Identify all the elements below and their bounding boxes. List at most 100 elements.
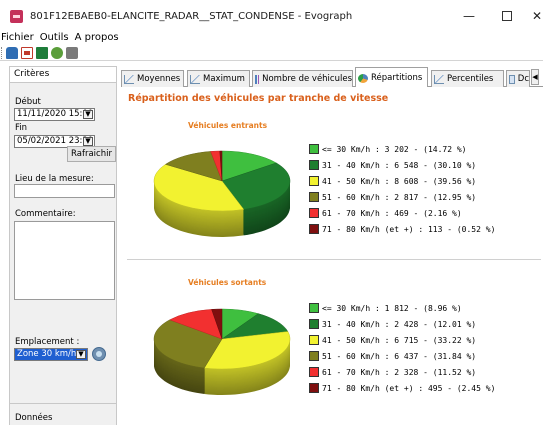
pie-chart-entrants — [153, 150, 291, 237]
legend-swatch — [309, 351, 319, 361]
tab-nombre-de-vehicules[interactable]: Nombre de véhicules — [252, 70, 353, 87]
tab-label: Nombre de véhicules — [262, 73, 352, 84]
emplacement-value: Zone 30 km/h — [17, 349, 77, 359]
refresh-button[interactable]: Rafraichir — [67, 146, 116, 162]
emplacement-label: Emplacement : — [15, 337, 80, 347]
legend-item: 71 - 80 Km/h (et +) : 113 - (0.52 %) — [309, 223, 495, 235]
title-bar: 801F12EBAEB0-ELANCITE_RADAR__STAT_CONDEN… — [0, 0, 543, 32]
legend-text: <= 30 Km/h : 3 202 - (14.72 %) — [322, 144, 467, 154]
criteria-header: Critères — [10, 67, 116, 83]
tab-label: Percentiles — [447, 73, 494, 84]
line-chart-icon — [190, 74, 200, 84]
tab-label: Dc — [517, 73, 529, 84]
legend-text: 41 - 50 Km/h : 8 608 - (39.56 %) — [322, 176, 477, 186]
legend-item: 31 - 40 Km/h : 6 548 - (30.10 %) — [309, 159, 476, 171]
tab-scroll-left-icon[interactable]: ◀ — [531, 69, 539, 85]
legend-swatch — [309, 144, 319, 154]
legend-swatch — [309, 224, 319, 234]
legend-item: 41 - 50 Km/h : 6 715 - (33.22 %) — [309, 334, 476, 346]
line-chart-icon — [434, 74, 444, 84]
legend-swatch — [309, 367, 319, 377]
pdf-icon[interactable] — [21, 46, 33, 59]
chevron-down-icon[interactable]: ▼ — [83, 137, 93, 146]
chevron-down-icon[interactable]: ▼ — [83, 110, 93, 119]
bar-chart-icon — [255, 74, 260, 84]
legend-text: 51 - 60 Km/h : 2 817 - (12.95 %) — [322, 192, 477, 202]
legend-swatch — [309, 160, 319, 170]
location-icon[interactable] — [92, 347, 106, 361]
toolbar — [0, 45, 543, 61]
legend-text: 71 - 80 Km/h (et +) : 495 - (2.45 %) — [322, 383, 496, 393]
legend-entrants: <= 30 Km/h : 3 202 - (14.72 %) 31 - 40 K… — [309, 143, 539, 239]
criteria-panel: Critères Début 11/11/2020 15:00 ▼ Fin 05… — [9, 66, 117, 425]
settings-icon[interactable] — [51, 46, 63, 59]
line-chart-icon — [124, 74, 134, 84]
legend-item: 51 - 60 Km/h : 2 817 - (12.95 %) — [309, 191, 476, 203]
commentaire-textarea[interactable] — [14, 221, 115, 300]
window-title: 801F12EBAEB0-ELANCITE_RADAR__STAT_CONDEN… — [30, 10, 353, 22]
emplacement-combo[interactable]: Zone 30 km/h ▼ — [14, 348, 88, 361]
legend-item: 61 - 70 Km/h : 469 - (2.16 %) — [309, 207, 462, 219]
tab-bar: Moyennes Maximum Nombre de véhicules Rép… — [121, 67, 543, 88]
lieu-input[interactable] — [14, 184, 115, 198]
legend-item: 61 - 70 Km/h : 2 328 - (11.52 %) — [309, 366, 476, 378]
legend-text: 51 - 60 Km/h : 6 437 - (31.84 %) — [322, 351, 477, 361]
tab-moyennes[interactable]: Moyennes — [121, 70, 184, 87]
legend-text: 31 - 40 Km/h : 2 428 - (12.01 %) — [322, 319, 477, 329]
debut-combo[interactable]: 11/11/2020 15:00 ▼ — [14, 108, 95, 121]
legend-text: 61 - 70 Km/h : 2 328 - (11.52 %) — [322, 367, 477, 377]
legend-item: 41 - 50 Km/h : 8 608 - (39.56 %) — [309, 175, 476, 187]
legend-item: 51 - 60 Km/h : 6 437 - (31.84 %) — [309, 350, 476, 362]
legend-swatch — [309, 303, 319, 313]
page-title: Répartition des véhicules par tranche de… — [128, 93, 389, 104]
pie-chart-sortants — [153, 308, 291, 395]
close-icon: ✕ — [531, 9, 543, 23]
document-icon — [509, 74, 515, 84]
tab-repartitions[interactable]: Répartitions — [355, 67, 428, 88]
legend-item: <= 30 Km/h : 3 202 - (14.72 %) — [309, 143, 467, 155]
app-icon — [10, 9, 23, 23]
toolbar-grip — [1, 46, 3, 59]
tab-percentiles[interactable]: Percentiles — [431, 70, 504, 87]
menu-a-propos[interactable]: A propos — [75, 31, 119, 45]
commentaire-label: Commentaire: — [15, 209, 76, 219]
legend-swatch — [309, 176, 319, 186]
pie-chart-icon — [358, 73, 368, 83]
tab-label: Maximum — [203, 73, 245, 84]
tab-maximum[interactable]: Maximum — [187, 70, 250, 87]
close-button[interactable]: ✕ — [514, 0, 543, 32]
chart-title-entrants: Véhicules entrants — [188, 121, 268, 130]
legend-item: 31 - 40 Km/h : 2 428 - (12.01 %) — [309, 318, 476, 330]
chevron-down-icon[interactable]: ▼ — [76, 350, 86, 359]
panel-divider — [10, 403, 116, 404]
tab-label: Moyennes — [137, 73, 181, 84]
legend-item: 71 - 80 Km/h (et +) : 495 - (2.45 %) — [309, 382, 495, 394]
legend-swatch — [309, 335, 319, 345]
legend-text: 61 - 70 Km/h : 469 - (2.16 %) — [322, 208, 462, 218]
minimize-icon: — — [463, 9, 475, 23]
legend-swatch — [309, 192, 319, 202]
legend-text: 71 - 80 Km/h (et +) : 113 - (0.52 %) — [322, 224, 496, 234]
repartitions-panel: Répartition des véhicules par tranche de… — [121, 87, 543, 425]
tab-documents[interactable]: Dc — [506, 70, 530, 87]
chart-title-sortants: Véhicules sortants — [188, 278, 267, 287]
legend-text: 41 - 50 Km/h : 6 715 - (33.22 %) — [322, 335, 477, 345]
tab-label: Répartitions — [371, 72, 423, 83]
excel-icon[interactable] — [36, 46, 48, 59]
legend-sortants: <= 30 Km/h : 1 812 - (8.96 %) 31 - 40 Km… — [309, 302, 539, 398]
donnees-label: Données — [15, 413, 53, 423]
legend-text: <= 30 Km/h : 1 812 - (8.96 %) — [322, 303, 462, 313]
fin-value: 05/02/2021 23:30 — [17, 136, 94, 146]
legend-swatch — [309, 319, 319, 329]
open-icon[interactable] — [6, 46, 18, 59]
legend-text: 31 - 40 Km/h : 6 548 - (30.10 %) — [322, 160, 477, 170]
maximize-icon — [502, 11, 512, 21]
menu-fichier[interactable]: Fichier — [1, 31, 34, 45]
lieu-label: Lieu de la mesure: — [15, 174, 94, 184]
fin-label: Fin — [15, 123, 28, 133]
menu-bar: Fichier Outils A propos — [0, 31, 543, 45]
legend-item: <= 30 Km/h : 1 812 - (8.96 %) — [309, 302, 462, 314]
legend-swatch — [309, 208, 319, 218]
print-icon[interactable] — [66, 46, 78, 59]
menu-outils[interactable]: Outils — [40, 31, 69, 45]
